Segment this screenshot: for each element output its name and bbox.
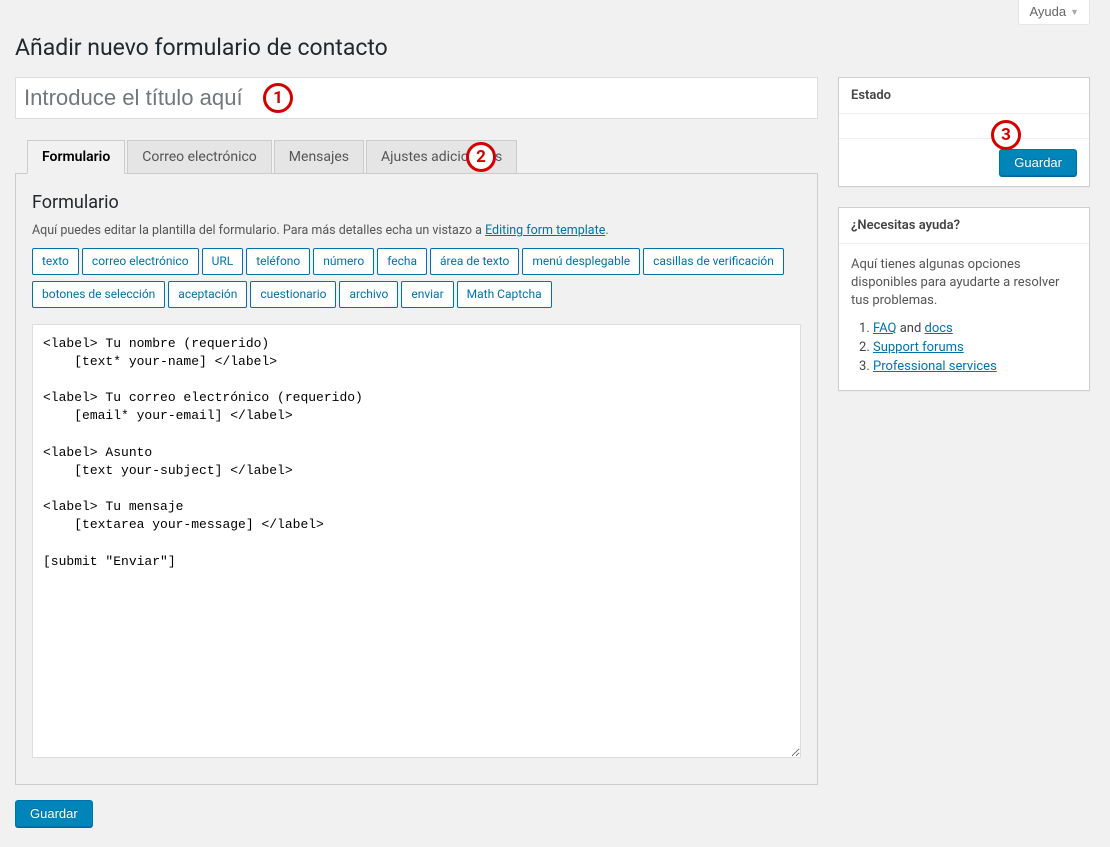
tag-button-6[interactable]: área de texto (430, 248, 519, 275)
help-tab-button[interactable]: Ayuda ▼ (1018, 0, 1090, 25)
help-item-2: Professional services (873, 359, 1077, 374)
form-panel-desc: Aquí puedes editar la plantilla del form… (32, 223, 801, 238)
tag-button-2[interactable]: URL (202, 248, 244, 275)
status-box: Estado Guardar 3 (838, 77, 1090, 187)
tab-2[interactable]: Mensajes (274, 140, 364, 173)
help-item-0: FAQ and docs (873, 321, 1077, 336)
help-link[interactable]: FAQ (873, 321, 896, 336)
tag-button-0[interactable]: texto (32, 248, 79, 275)
tag-button-1[interactable]: correo electrónico (82, 248, 199, 275)
tag-button-11[interactable]: cuestionario (250, 281, 336, 308)
tag-button-8[interactable]: casillas de verificación (643, 248, 784, 275)
title-input[interactable] (15, 77, 818, 119)
tag-buttons-row: textocorreo electrónicoURLteléfononúmero… (32, 248, 801, 314)
tag-button-4[interactable]: número (313, 248, 374, 275)
save-button-sidebar[interactable]: Guardar (999, 149, 1077, 176)
tag-button-3[interactable]: teléfono (246, 248, 310, 275)
help-link[interactable]: Support forums (873, 340, 964, 355)
help-item-1: Support forums (873, 340, 1077, 355)
chevron-down-icon: ▼ (1070, 7, 1079, 17)
tag-button-13[interactable]: enviar (401, 281, 453, 308)
tag-button-9[interactable]: botones de selección (32, 281, 165, 308)
help-list: FAQ and docs Support forums Professional s… (851, 321, 1077, 374)
tag-button-12[interactable]: archivo (339, 281, 398, 308)
page-title: Añadir nuevo formulario de contacto (15, 25, 1090, 65)
tab-0[interactable]: Formulario (27, 140, 125, 174)
form-panel-heading: Formulario (32, 192, 801, 213)
help-link[interactable]: Professional services (873, 359, 997, 374)
form-panel: Formulario Aquí puedes editar la plantil… (15, 174, 818, 785)
tab-1[interactable]: Correo electrónico (127, 140, 272, 173)
tag-button-5[interactable]: fecha (377, 248, 427, 275)
tag-button-7[interactable]: menú desplegable (522, 248, 640, 275)
save-button-bottom[interactable]: Guardar (15, 800, 93, 827)
help-link[interactable]: docs (925, 321, 953, 336)
tabs: FormularioCorreo electrónicoMensajesAjus… (15, 139, 818, 174)
form-template-textarea[interactable] (32, 324, 801, 758)
help-tab-label: Ayuda (1029, 4, 1066, 19)
tab-3[interactable]: Ajustes adicionales (366, 140, 517, 173)
help-box-desc: Aquí tienes algunas opciones disponibles… (851, 256, 1077, 311)
tag-button-10[interactable]: aceptación (168, 281, 247, 308)
status-box-title: Estado (839, 78, 1089, 114)
help-box: ¿Necesitas ayuda? Aquí tienes algunas op… (838, 207, 1090, 391)
editing-template-link[interactable]: Editing form template (485, 223, 605, 238)
help-box-title: ¿Necesitas ayuda? (839, 208, 1089, 244)
tag-button-14[interactable]: Math Captcha (457, 281, 552, 308)
